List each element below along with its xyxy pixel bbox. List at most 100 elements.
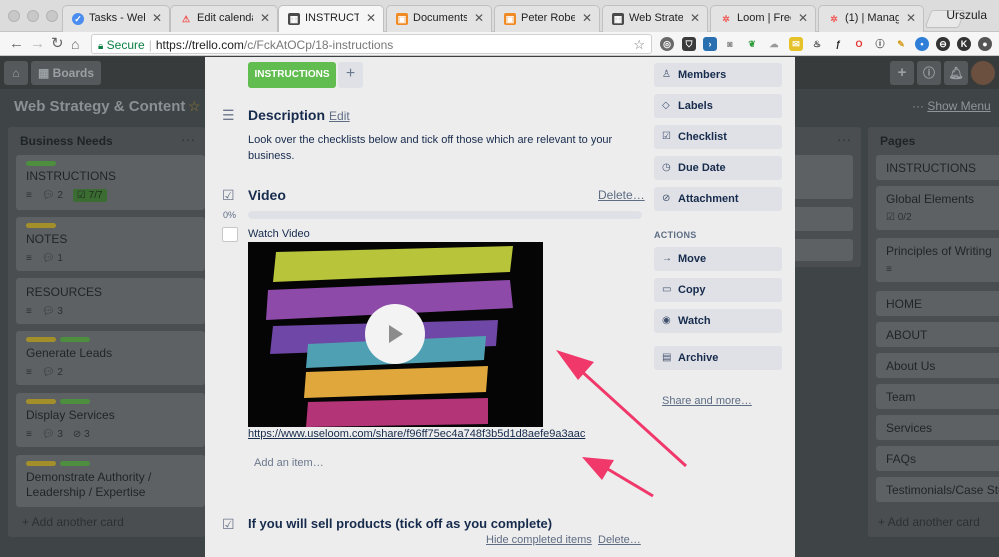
tab-management[interactable]: ✲ (1) | Manageme ✕ [818, 5, 924, 32]
checklist-title[interactable]: Video [248, 187, 286, 203]
zoom-window-button[interactable] [46, 10, 58, 22]
minimize-window-button[interactable] [27, 10, 39, 22]
checklist-item-checkbox[interactable] [222, 227, 238, 242]
shield-ext-icon[interactable]: ⛉ [682, 37, 696, 51]
blue-ext-icon[interactable]: • [915, 37, 929, 51]
tab-documents[interactable]: ▣ Documents ✕ [386, 5, 492, 32]
bookmark-star-icon[interactable]: ☆ [633, 37, 645, 53]
labels-button[interactable]: ◇ Labels [654, 94, 782, 118]
card-testimonials[interactable]: Testimonials/Case Studies [876, 477, 999, 502]
card-pages-instructions[interactable]: INSTRUCTIONS [876, 155, 999, 180]
close-tab-icon[interactable]: ✕ [582, 11, 592, 25]
copy-button[interactable]: ▭ Copy [654, 278, 782, 302]
checklist-item-text[interactable]: Watch Video [248, 228, 310, 240]
delete-checklist-link[interactable]: Delete… [598, 534, 641, 546]
list-menu-icon[interactable]: ··· [837, 131, 851, 147]
add-label-button[interactable]: + [338, 62, 363, 88]
card-global-elements[interactable]: Global Elements ☑ 0/2 [876, 186, 999, 230]
description-text[interactable]: Look over the checklists below and tick … [248, 132, 633, 164]
bell-icon[interactable]: 🔔︎ [944, 61, 968, 85]
attachment-button[interactable]: ⊘ Attachment [654, 187, 782, 211]
card-instructions[interactable]: INSTRUCTIONS ≡ 💬︎ 2 ☑ 7/7 [16, 155, 205, 210]
close-tab-icon[interactable]: ✕ [474, 11, 484, 25]
tab-instructions[interactable]: ▦ INSTRUCTIONS ✕ [278, 5, 384, 32]
board-title[interactable]: Web Strategy & Content [14, 98, 185, 115]
card-home[interactable]: HOME [876, 291, 999, 316]
circle-ext-icon[interactable]: ● [978, 37, 992, 51]
card-partial[interactable] [795, 239, 853, 261]
checklist-button[interactable]: ☑ Checklist [654, 125, 782, 149]
card-partial[interactable] [795, 155, 853, 199]
add-card-button[interactable]: + Add another card [22, 515, 124, 529]
loom-ext-icon[interactable]: ◎ [660, 37, 674, 51]
tab-tasks[interactable]: ✓ Tasks - Web Te ✕ [62, 5, 170, 32]
card-faqs[interactable]: FAQs [876, 446, 999, 471]
video-thumbnail[interactable] [248, 242, 543, 427]
list-title[interactable]: Business Needs [20, 134, 113, 148]
share-and-more-link[interactable]: Share and more… [662, 395, 752, 407]
boards-button[interactable]: ▦ Boards [31, 61, 101, 85]
video-url-link[interactable]: https://www.useloom.com/share/f96ff75ec4… [248, 428, 585, 440]
members-button[interactable]: ♙ Members [654, 63, 782, 87]
card-notes[interactable]: NOTES ≡ 💬︎ 1 [16, 217, 205, 271]
checklist-title[interactable]: If you will sell products (tick off as y… [248, 516, 552, 531]
tab-loom[interactable]: ✲ Loom | Free Sc ✕ [710, 5, 816, 32]
forward-arrow-icon[interactable]: → [30, 35, 45, 53]
info-icon[interactable]: ⓘ [917, 61, 941, 85]
close-tab-icon[interactable]: ✕ [366, 11, 376, 25]
k-ext-icon[interactable]: K [957, 37, 971, 51]
cloud-ext-icon[interactable]: ☁ [767, 37, 781, 51]
list-menu-icon[interactable]: ··· [181, 131, 195, 147]
close-window-button[interactable] [8, 10, 20, 22]
tab-edit-calendar[interactable]: ⚠ Edit calendar fo ✕ [170, 5, 278, 32]
close-tab-icon[interactable]: ✕ [906, 11, 916, 25]
label-instructions-button[interactable]: INSTRUCTIONS [248, 62, 336, 88]
close-tab-icon[interactable]: ✕ [152, 11, 162, 25]
card-team[interactable]: Team [876, 384, 999, 409]
card-resources[interactable]: RESOURCES ≡ 💬︎ 3 [16, 278, 205, 324]
list-title[interactable]: Pages [880, 134, 915, 148]
card-about-us[interactable]: About Us [876, 353, 999, 378]
function-ext-icon[interactable]: ƒ [831, 37, 845, 51]
card-partial[interactable] [795, 207, 853, 231]
home-icon[interactable]: ⌂ [71, 35, 79, 53]
brush-ext-icon[interactable]: ✎ [894, 37, 908, 51]
gift-ext-icon[interactable]: ✉ [789, 37, 803, 51]
card-services[interactable]: Services [876, 415, 999, 440]
close-tab-icon[interactable]: ✕ [798, 11, 808, 25]
back-arrow-icon[interactable]: ← [9, 35, 24, 53]
tab-web-strategy[interactable]: ▦ Web Strategy & ✕ [602, 5, 708, 32]
cup-ext-icon[interactable]: ♨ [810, 37, 824, 51]
card-display-services[interactable]: Display Services ≡ 💬︎ 3 ⊘ 3 [16, 393, 205, 447]
add-icon[interactable]: + [890, 61, 914, 85]
show-menu-button[interactable]: ··· Show Menu [912, 99, 991, 113]
bullet-ext-icon[interactable]: ⊖ [936, 37, 950, 51]
hide-completed-link[interactable]: Hide completed items [486, 534, 592, 546]
close-tab-icon[interactable]: ✕ [260, 11, 270, 25]
close-tab-icon[interactable]: ✕ [690, 11, 700, 25]
avatar[interactable] [971, 61, 995, 85]
archive-button[interactable]: ▤ Archive [654, 346, 782, 370]
add-card-button[interactable]: + Add another card [878, 515, 980, 529]
delete-checklist-link[interactable]: Delete… [598, 188, 645, 202]
card-demonstrate-authority[interactable]: Demonstrate Authority / Leadership / Exp… [16, 455, 205, 507]
due-date-button[interactable]: ◷ Due Date [654, 156, 782, 180]
reload-icon[interactable]: ↻ [51, 35, 64, 53]
home-icon[interactable]: ⌂ [4, 61, 28, 85]
tab-peter-roberts[interactable]: ▣ Peter Roberts ✕ [494, 5, 600, 32]
star-icon[interactable]: ☆ [188, 98, 201, 115]
edit-description-link[interactable]: Edit [329, 109, 350, 123]
evernote-ext-icon[interactable]: ❦ [745, 37, 759, 51]
info-ext-icon[interactable]: ⓘ [873, 37, 887, 51]
add-item-button[interactable]: Add an item… [254, 457, 324, 469]
camera-ext-icon[interactable]: ◙ [723, 37, 737, 51]
watch-button[interactable]: ◉ Watch [654, 309, 782, 333]
card-principles-of-writing[interactable]: Principles of Writing ≡ [876, 238, 999, 282]
arrow-ext-icon[interactable]: › [703, 37, 717, 51]
card-generate-leads[interactable]: Generate Leads ≡ 💬︎ 2 [16, 331, 205, 385]
move-button[interactable]: → Move [654, 247, 782, 271]
play-button[interactable] [365, 304, 425, 364]
address-bar[interactable]: 🔒︎ Secure | https://trello.com/c/FckAtOCp/… [91, 34, 652, 54]
opera-ext-icon[interactable]: O [852, 37, 866, 51]
profile-name[interactable]: Urszula [946, 8, 987, 22]
